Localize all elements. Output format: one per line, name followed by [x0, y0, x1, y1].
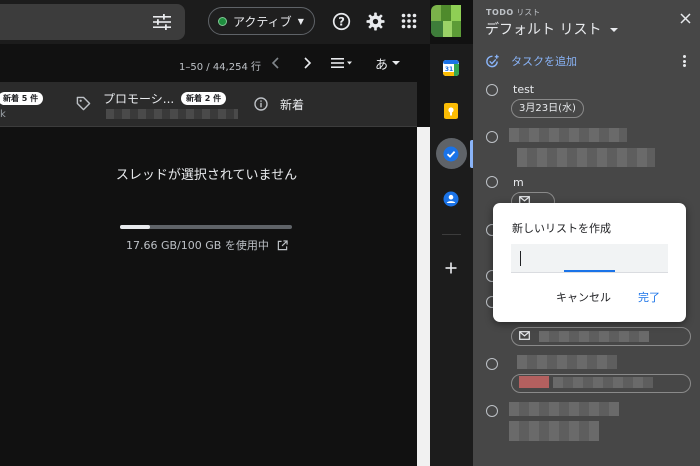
prev-page-button[interactable] — [271, 55, 281, 71]
more-options-icon[interactable] — [683, 55, 687, 67]
density-menu-button[interactable] — [331, 55, 353, 71]
list-toolbar: 1–50 / 44,254 行 あ — [0, 44, 430, 82]
apps-button[interactable] — [399, 11, 419, 31]
reading-pane: スレッドが選択されていません 17.66 GB/100 GB を使用中 — [0, 127, 417, 466]
tasks-icon[interactable] — [443, 146, 459, 162]
pagination-count: 1–50 / 44,254 行 — [179, 62, 261, 73]
redacted-chip-accent — [519, 376, 549, 388]
tab-label: プロモーシ... — [103, 92, 175, 106]
cancel-button[interactable]: キャンセル — [556, 289, 611, 305]
caret-down-icon: ▼ — [297, 16, 304, 26]
help-icon: ? — [332, 12, 350, 30]
add-task-icon — [486, 54, 499, 67]
input-tools-button[interactable]: あ — [375, 55, 401, 73]
caret-down-icon — [392, 61, 401, 65]
side-panel-rail: 31 — [430, 44, 473, 466]
tab-updates[interactable]: 新着 — [250, 82, 350, 127]
category-tabs: 新着 5 件 k プロモーシ... 新着 2 件 新着 — [0, 82, 417, 127]
tab-sender-preview: k — [0, 109, 6, 120]
apps-grid-icon — [401, 13, 417, 29]
redacted-chip-text — [553, 377, 653, 388]
list-name-input[interactable] — [511, 244, 668, 273]
info-icon — [254, 97, 268, 111]
empty-state-message: スレッドが選択されていません — [0, 164, 417, 183]
dialog-title: 新しいリストを作成 — [512, 222, 611, 235]
chevron-right-icon — [304, 57, 312, 69]
redacted-chip-text — [539, 331, 649, 342]
settings-button[interactable] — [365, 11, 385, 31]
filter-options-icon[interactable] — [152, 14, 172, 30]
task-title[interactable]: m — [513, 176, 524, 189]
main-scrollbar[interactable] — [417, 127, 430, 466]
caret-down-icon — [609, 28, 618, 32]
redacted-task-title — [509, 128, 627, 142]
mail-icon — [519, 331, 530, 340]
storage-usage-fill — [120, 225, 151, 229]
contacts-icon[interactable] — [443, 191, 459, 207]
svg-text:31: 31 — [445, 66, 453, 73]
list-selector[interactable]: デフォルト リスト — [485, 19, 618, 39]
list-density-icon — [331, 58, 352, 68]
no-thread-text: スレッドが選択されていません — [115, 168, 298, 183]
account-avatar[interactable] — [431, 5, 461, 37]
add-addon-icon[interactable] — [443, 260, 459, 276]
task-complete-checkbox[interactable] — [486, 131, 498, 143]
redacted-sender-preview — [106, 109, 238, 119]
redacted-task-detail — [517, 148, 655, 167]
task-complete-checkbox[interactable] — [486, 176, 498, 188]
status-dot-icon — [218, 16, 227, 26]
tasks-panel-label: TODO リスト — [486, 7, 540, 18]
tasks-label-suffix: リスト — [513, 8, 541, 17]
rail-divider — [442, 234, 461, 235]
task-complete-checkbox[interactable] — [486, 358, 498, 370]
status-label: アクティブ — [233, 14, 292, 29]
task-complete-checkbox[interactable] — [486, 84, 498, 96]
tab-label: 新着 — [280, 98, 305, 112]
storage-usage-bar — [120, 225, 292, 229]
open-external-icon[interactable] — [277, 240, 289, 251]
create-list-dialog: 新しいリストを作成 キャンセル 完了 — [493, 203, 686, 322]
calendar-icon[interactable]: 31 — [443, 60, 459, 76]
task-complete-checkbox[interactable] — [486, 405, 498, 417]
input-tools-label: あ — [375, 57, 389, 73]
tag-icon — [76, 96, 91, 111]
redacted-task-detail — [509, 421, 599, 441]
text-cursor — [520, 251, 521, 266]
settings-icon — [365, 11, 385, 31]
close-icon[interactable] — [680, 13, 691, 24]
search-bar[interactable] — [0, 4, 185, 40]
done-button[interactable]: 完了 — [638, 289, 660, 305]
input-focus-underline — [564, 270, 615, 272]
new-count-badge: 新着 5 件 — [0, 92, 44, 105]
redacted-task-title — [509, 402, 619, 416]
chevron-left-icon — [271, 57, 279, 69]
redacted-task-title — [517, 355, 617, 369]
list-title: デフォルト リスト — [485, 22, 602, 38]
storage-usage-text: 17.66 GB/100 GB を使用中 — [126, 239, 269, 252]
add-task-label: タスクを追加 — [511, 55, 577, 68]
keep-icon[interactable] — [443, 103, 459, 119]
tasks-label-prefix: TODO — [486, 8, 514, 17]
storage-usage: 17.66 GB/100 GB を使用中 — [126, 237, 289, 253]
task-due-date-chip[interactable]: 3月23日(水) — [511, 99, 584, 118]
tab-promotions[interactable]: プロモーシ... 新着 2 件 — [70, 82, 240, 127]
top-bar: アクティブ ▼ ? — [0, 0, 461, 44]
task-title[interactable]: test — [513, 83, 534, 96]
add-task-button[interactable]: タスクを追加 — [485, 53, 577, 69]
help-button[interactable]: ? — [331, 11, 351, 31]
tab-social[interactable]: 新着 5 件 k — [0, 82, 60, 127]
next-page-button[interactable] — [302, 55, 312, 71]
status-selector[interactable]: アクティブ ▼ — [208, 7, 315, 35]
new-count-badge: 新着 2 件 — [181, 92, 227, 105]
svg-text:?: ? — [338, 14, 345, 28]
